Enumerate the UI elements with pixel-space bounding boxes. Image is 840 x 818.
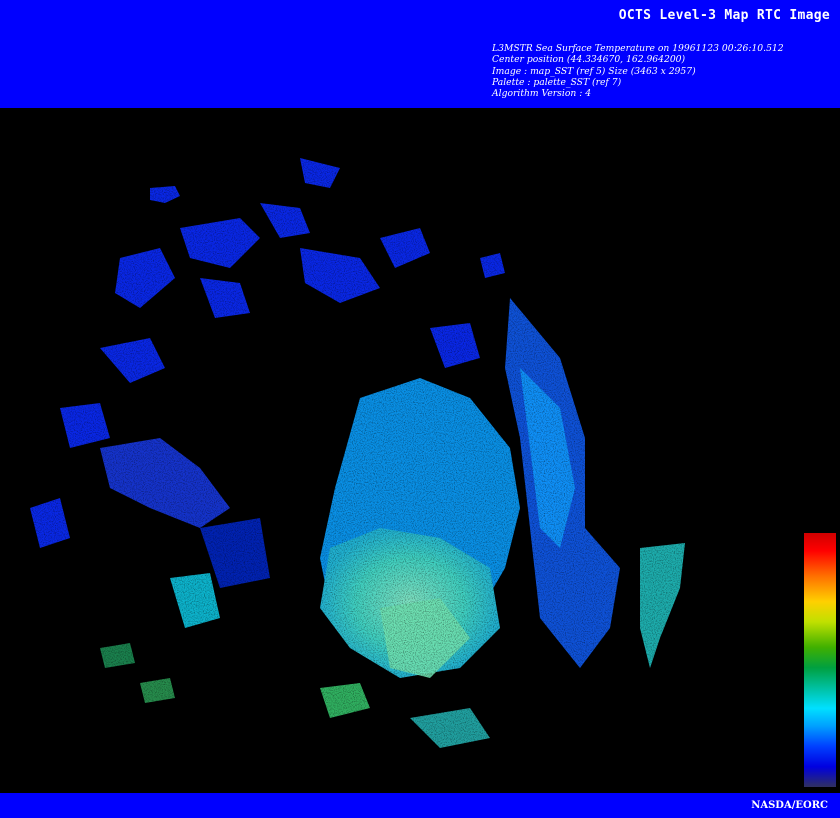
meta-product-line: L3MSTR Sea Surface Temperature on 199611…	[492, 43, 784, 54]
footer-banner: NASDA/EORC	[0, 793, 840, 818]
cloud-mask-overlay	[0, 108, 840, 792]
image-title: OCTS Level-3 Map RTC Image	[618, 8, 830, 23]
meta-center-position: Center position (44.334670, 162.964200)	[492, 54, 686, 66]
sst-map-view	[0, 108, 840, 792]
image-metadata: L3MSTR Sea Surface Temperature on 199611…	[492, 43, 784, 99]
sst-map-canvas	[0, 108, 840, 792]
meta-image-size: Image : map_SST (ref 5) Size (3463 x 295…	[492, 65, 696, 77]
header-banner: OCTS Level-3 Map RTC Image L3MSTR Sea Su…	[0, 0, 840, 108]
agency-credit: NASDA/EORC	[751, 800, 828, 811]
sst-palette-colorbar	[804, 533, 836, 787]
meta-algorithm-version: Algorithm Version : 4	[492, 88, 592, 100]
meta-palette: Palette : palette_SST (ref 7)	[492, 76, 622, 88]
map-image-window: OCTS Level-3 Map RTC Image L3MSTR Sea Su…	[0, 0, 840, 818]
